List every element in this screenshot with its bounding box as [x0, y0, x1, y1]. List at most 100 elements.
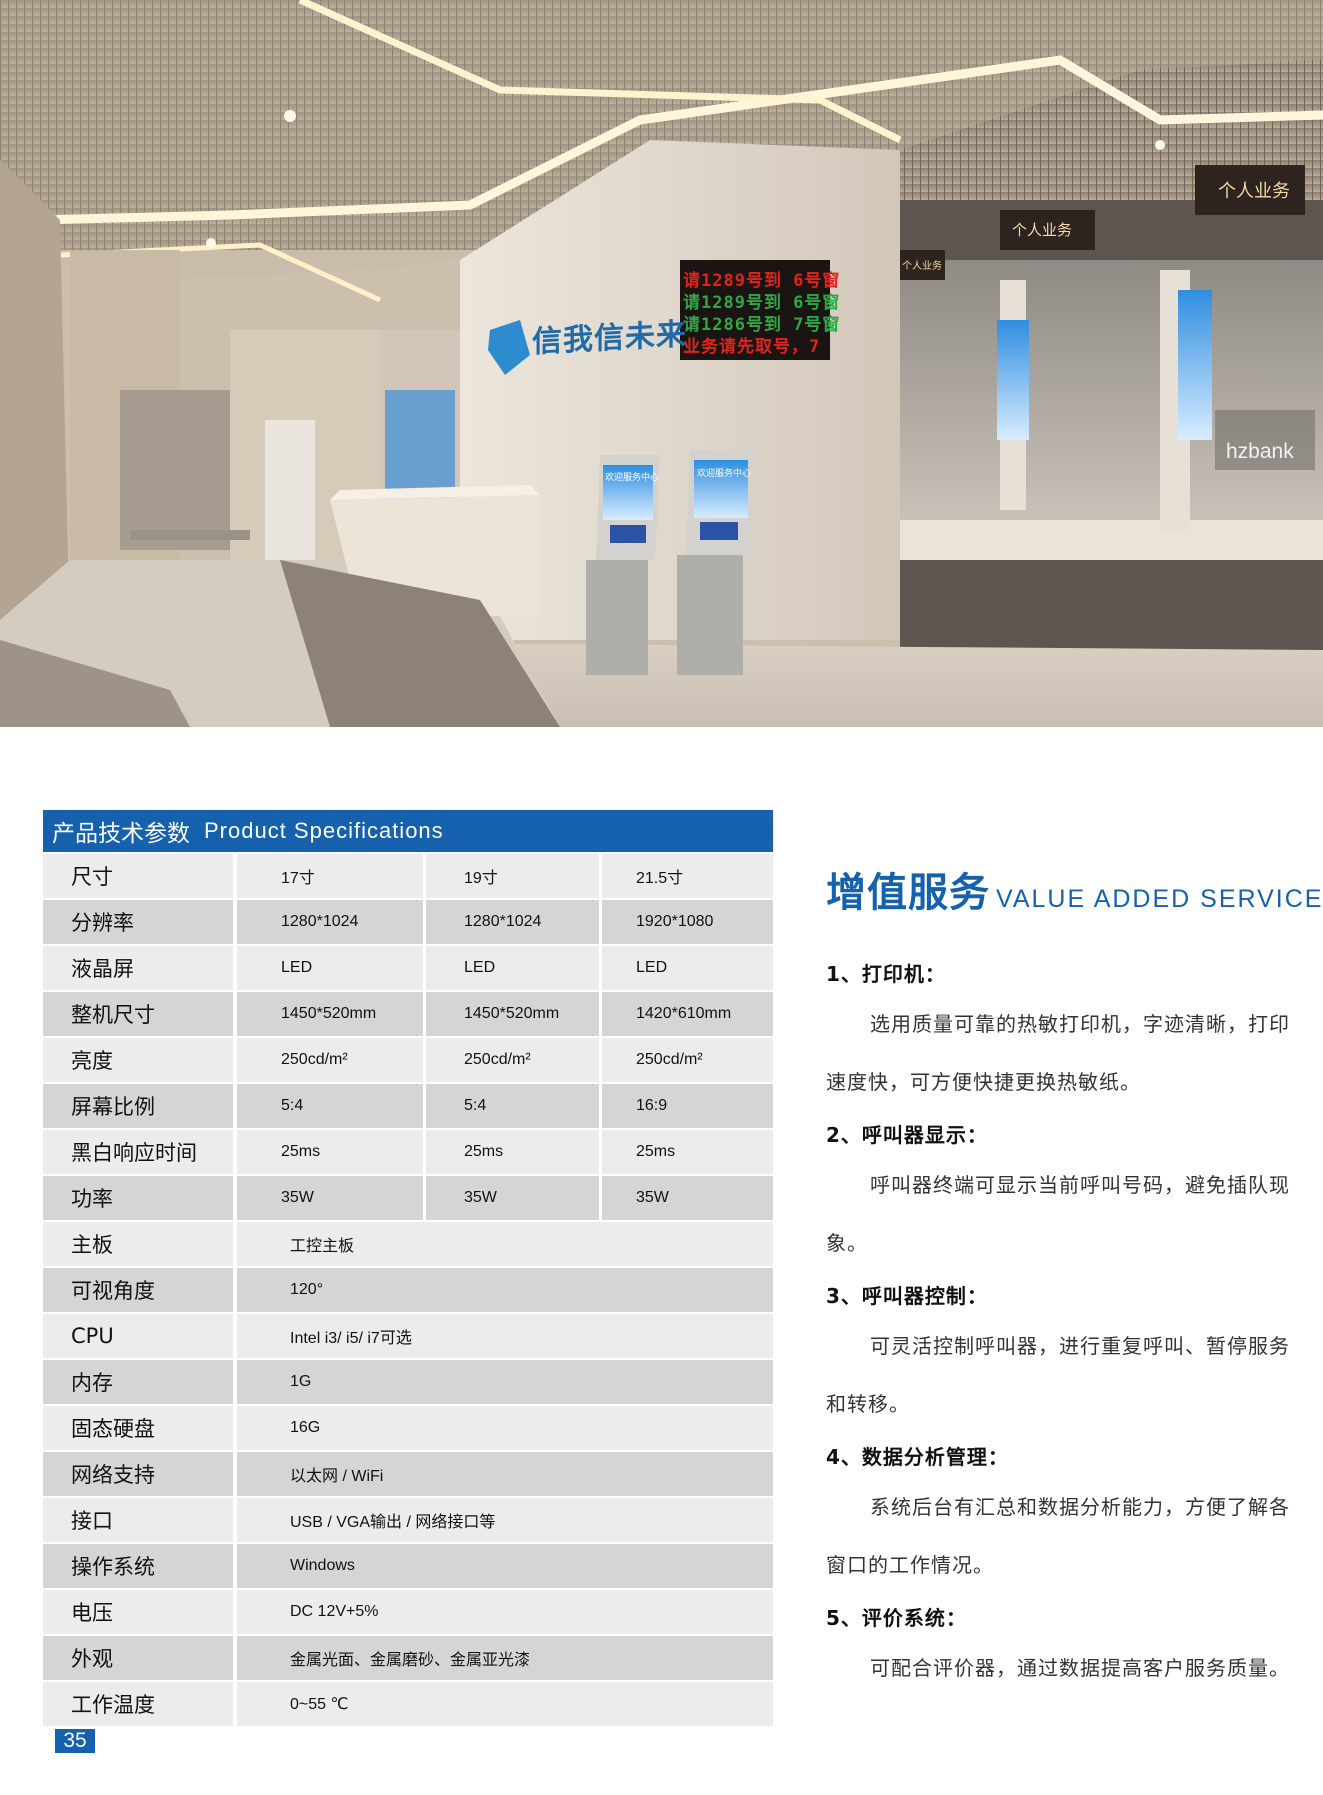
spec-row: 操作系统 Windows — [43, 1544, 773, 1588]
spec-value: 以太网 / WiFi — [237, 1452, 773, 1496]
spec-value-17: 35W — [237, 1176, 423, 1220]
spec-value-21: 21.5寸 — [602, 854, 773, 898]
service-item: 2、呼叫器显示： 呼叫器终端可显示当前呼叫号码，避免插队现象。 — [826, 1119, 1306, 1272]
spec-value-19: 250cd/m² — [426, 1038, 599, 1082]
spec-label: 亮度 — [43, 1038, 233, 1082]
service-item-heading: 2、呼叫器显示： — [826, 1123, 988, 1147]
spec-row: 可视角度 120° — [43, 1268, 773, 1312]
spec-value-21: 16:9 — [602, 1084, 773, 1128]
spec-value-21: 1920*1080 — [602, 900, 773, 944]
service-item-desc: 可配合评价器，通过数据提高客户服务质量。 — [870, 1656, 1290, 1680]
spec-label: 电压 — [43, 1590, 233, 1634]
spec-label: 固态硬盘 — [43, 1406, 233, 1450]
spec-value: Windows — [237, 1544, 773, 1588]
spec-value-19: 19寸 — [426, 854, 599, 898]
kiosk-screen-text: 欢迎服务中心 — [697, 469, 752, 479]
led-line: 业务请先取号，7 — [683, 337, 821, 357]
spec-row: 内存 1G — [43, 1360, 773, 1404]
bank-logo-text: hzbank — [1226, 440, 1294, 463]
spec-value: 1G — [237, 1360, 773, 1404]
spec-value-17: 25ms — [237, 1130, 423, 1174]
service-title-cn: 增值服务 — [826, 870, 990, 916]
spec-label: 网络支持 — [43, 1452, 233, 1496]
spec-value-19: 1450*520mm — [426, 992, 599, 1036]
service-item-heading: 1、打印机： — [826, 962, 946, 986]
service-item-heading: 5、评价系统： — [826, 1606, 967, 1630]
service-item-desc: 选用质量可靠的热敏打印机，字迹清晰，打印速度快，可方便快捷更换热敏纸。 — [826, 1012, 1290, 1094]
spec-value: 金属光面、金属磨砂、金属亚光漆 — [237, 1636, 773, 1680]
spec-row: 液晶屏 LED LED LED — [43, 946, 773, 990]
wall-slogan: 信我信未来 — [532, 316, 687, 361]
spec-value-17: 250cd/m² — [237, 1038, 423, 1082]
service-item: 1、打印机： 选用质量可靠的热敏打印机，字迹清晰，打印速度快，可方便快捷更换热敏… — [826, 958, 1306, 1111]
spec-table-title: 产品技术参数 Product Specifications — [43, 810, 773, 854]
spec-value: 120° — [237, 1268, 773, 1312]
spec-label: 尺寸 — [43, 854, 233, 898]
value-added-service-section: 增值服务 VALUE ADDED SERVICE 1、打印机： 选用质量可靠的热… — [826, 860, 1321, 1697]
service-item-heading: 4、数据分析管理： — [826, 1445, 1009, 1469]
spec-row: 整机尺寸 1450*520mm 1450*520mm 1420*610mm — [43, 992, 773, 1036]
spec-value: USB / VGA输出 / 网络接口等 — [237, 1498, 773, 1542]
spec-title-cn: 产品技术参数 — [52, 821, 190, 847]
spec-row: 电压 DC 12V+5% — [43, 1590, 773, 1634]
spec-label: 屏幕比例 — [43, 1084, 233, 1128]
spec-label: 外观 — [43, 1636, 233, 1680]
spec-value-21: LED — [602, 946, 773, 990]
spec-row: 分辨率 1280*1024 1280*1024 1920*1080 — [43, 900, 773, 944]
spec-row: 外观 金属光面、金属磨砂、金属亚光漆 — [43, 1636, 773, 1680]
spec-row: CPU Intel i3/ i5/ i7可选 — [43, 1314, 773, 1358]
counter-sign: 个人业务 — [1012, 221, 1073, 239]
spec-title-en: Product Specifications — [204, 818, 444, 843]
spec-label: 黑白响应时间 — [43, 1130, 233, 1174]
spec-row: 功率 35W 35W 35W — [43, 1176, 773, 1220]
spec-value-19: 1280*1024 — [426, 900, 599, 944]
spec-label: 分辨率 — [43, 900, 233, 944]
service-title-en: VALUE ADDED SERVICE — [996, 885, 1323, 913]
counter-sign: 个人业务 — [1218, 181, 1290, 202]
spec-label: 接口 — [43, 1498, 233, 1542]
spec-label: 液晶屏 — [43, 946, 233, 990]
spec-value: DC 12V+5% — [237, 1590, 773, 1634]
service-item-desc: 可灵活控制呼叫器，进行重复呼叫、暂停服务和转移。 — [826, 1334, 1290, 1416]
spec-row: 固态硬盘 16G — [43, 1406, 773, 1450]
spec-value-21: 250cd/m² — [602, 1038, 773, 1082]
spec-row: 主板 工控主板 — [43, 1222, 773, 1266]
spec-row: 接口 USB / VGA输出 / 网络接口等 — [43, 1498, 773, 1542]
spec-value: 16G — [237, 1406, 773, 1450]
spec-label: 主板 — [43, 1222, 233, 1266]
spec-value-21: 35W — [602, 1176, 773, 1220]
spec-value: 0~55 ℃ — [237, 1682, 773, 1726]
spec-value-19: LED — [426, 946, 599, 990]
service-item: 4、数据分析管理： 系统后台有汇总和数据分析能力，方便了解各窗口的工作情况。 — [826, 1441, 1306, 1594]
spec-label: 内存 — [43, 1360, 233, 1404]
spec-value: Intel i3/ i5/ i7可选 — [237, 1314, 773, 1358]
spec-row: 屏幕比例 5:4 5:4 16:9 — [43, 1084, 773, 1128]
bank-hall-illustration — [0, 0, 1323, 727]
spec-value-17: 1450*520mm — [237, 992, 423, 1036]
spec-value-17: 17寸 — [237, 854, 423, 898]
spec-label: 功率 — [43, 1176, 233, 1220]
spec-row: 黑白响应时间 25ms 25ms 25ms — [43, 1130, 773, 1174]
spec-label: 工作温度 — [43, 1682, 233, 1726]
service-item-desc: 呼叫器终端可显示当前呼叫号码，避免插队现象。 — [826, 1173, 1290, 1255]
spec-label: 可视角度 — [43, 1268, 233, 1312]
spec-label: 操作系统 — [43, 1544, 233, 1588]
spec-value-21: 25ms — [602, 1130, 773, 1174]
spec-row: 亮度 250cd/m² 250cd/m² 250cd/m² — [43, 1038, 773, 1082]
spec-value-19: 35W — [426, 1176, 599, 1220]
spec-value-17: LED — [237, 946, 423, 990]
service-item-heading: 3、呼叫器控制： — [826, 1284, 988, 1308]
spec-label: CPU — [43, 1314, 233, 1358]
counter-sign: 个人业务 — [902, 261, 942, 272]
service-item: 5、评价系统： 可配合评价器，通过数据提高客户服务质量。 — [826, 1602, 1306, 1697]
spec-row: 工作温度 0~55 ℃ — [43, 1682, 773, 1726]
spec-row: 网络支持 以太网 / WiFi — [43, 1452, 773, 1496]
service-item: 3、呼叫器控制： 可灵活控制呼叫器，进行重复呼叫、暂停服务和转移。 — [826, 1280, 1306, 1433]
bank-hall-photo: 信我信未来 请1289号到 6号窗 请1289号到 6号窗 请1286号到 7号… — [0, 0, 1323, 727]
spec-value-17: 5:4 — [237, 1084, 423, 1128]
spec-value-21: 1420*610mm — [602, 992, 773, 1036]
spec-value: 工控主板 — [237, 1222, 773, 1266]
service-header: 增值服务 VALUE ADDED SERVICE — [826, 860, 1321, 918]
product-spec-table: 产品技术参数 Product Specifications 尺寸 17寸 19寸… — [43, 810, 773, 1728]
spec-value-19: 25ms — [426, 1130, 599, 1174]
